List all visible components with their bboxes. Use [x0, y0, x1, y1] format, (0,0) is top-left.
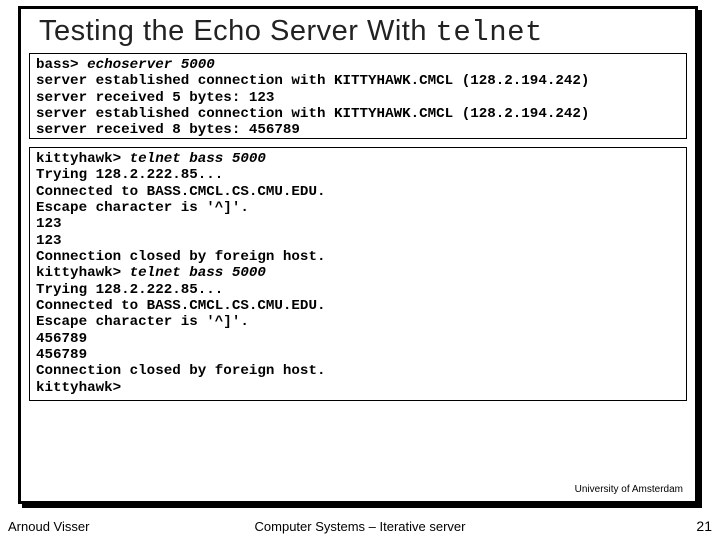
client-line-14: Connection closed by foreign host.: [36, 363, 325, 379]
client-line-2: Trying 128.2.222.85...: [36, 167, 223, 183]
server-line-2: server established connection with KITTY…: [36, 73, 589, 89]
client-line-3: Connected to BASS.CMCL.CS.CMU.EDU.: [36, 184, 325, 200]
client-prompt-2: kittyhawk>: [36, 265, 130, 281]
client-cmd-2: telnet bass 5000: [130, 265, 266, 281]
client-line-12: 456789: [36, 331, 87, 347]
server-prompt-1: bass>: [36, 57, 87, 73]
client-line-10: Connected to BASS.CMCL.CS.CMU.EDU.: [36, 298, 325, 314]
footer-title: Computer Systems – Iterative server: [0, 519, 720, 534]
server-cmd-1: echoserver 5000: [87, 57, 215, 73]
server-line-4: server established connection with KITTY…: [36, 106, 589, 122]
client-line-13: 456789: [36, 347, 87, 363]
slide-title: Testing the Echo Server With telnet: [21, 9, 695, 53]
client-line-4: Escape character is '^]'.: [36, 200, 249, 216]
server-line-5: server received 8 bytes: 456789: [36, 122, 300, 138]
client-cmd-1: telnet bass 5000: [130, 151, 266, 167]
client-line-9: Trying 128.2.222.85...: [36, 282, 223, 298]
attribution-text: University of Amsterdam: [575, 484, 683, 495]
footer-page-number: 21: [696, 518, 712, 534]
client-output-box: kittyhawk> telnet bass 5000 Trying 128.2…: [29, 147, 687, 401]
server-line-3: server received 5 bytes: 123: [36, 90, 274, 106]
slide-frame: Testing the Echo Server With telnet bass…: [18, 6, 698, 504]
title-text: Testing the Echo Server With: [39, 15, 436, 47]
client-prompt-1: kittyhawk>: [36, 151, 130, 167]
title-mono: telnet: [436, 16, 543, 49]
client-line-15: kittyhawk>: [36, 380, 121, 396]
client-line-7: Connection closed by foreign host.: [36, 249, 325, 265]
server-output-box: bass> echoserver 5000 server established…: [29, 53, 687, 139]
client-line-6: 123: [36, 233, 62, 249]
client-line-5: 123: [36, 216, 62, 232]
client-line-11: Escape character is '^]'.: [36, 314, 249, 330]
